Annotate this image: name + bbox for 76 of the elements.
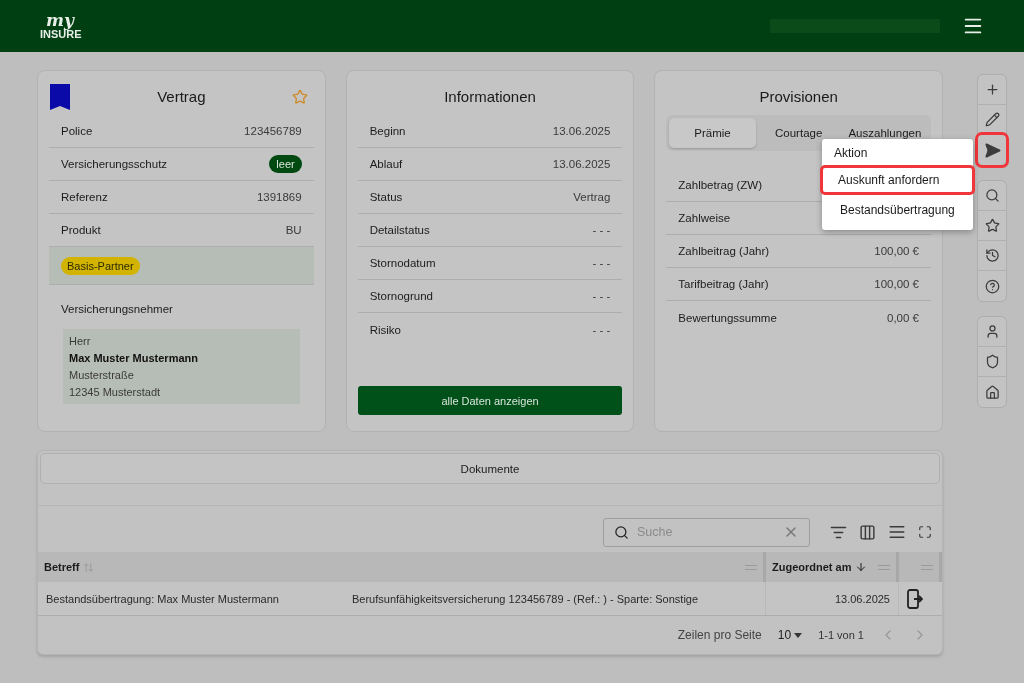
address-line: Herr (69, 335, 92, 347)
card-title: Informationen (443, 87, 537, 107)
field-value: 100,00 € (874, 278, 919, 290)
shield-icon (984, 354, 1000, 369)
columns-icon[interactable] (859, 523, 876, 541)
field-value: Vertrag (573, 191, 611, 203)
field-label: Tarifbeitrag (Jahr) (678, 278, 769, 290)
search-field[interactable]: Suche (603, 517, 810, 547)
add-icon (984, 82, 1000, 97)
address-line: 12345 Musterstadt (69, 386, 162, 398)
field-value: 13.06.2025 (552, 158, 611, 170)
sort-arrow-icon[interactable] (855, 561, 868, 573)
field-value: 123456789 (244, 125, 302, 137)
rows-per-page-select[interactable]: 10 (777, 628, 803, 642)
field-label: Zahlbetrag (ZW) (678, 179, 763, 191)
field-label: Stornogrund (369, 290, 433, 302)
field-value: - - - (592, 257, 611, 269)
card-title: Vertrag (157, 87, 206, 107)
field-label: Police (61, 125, 93, 137)
star-icon[interactable] (291, 89, 308, 105)
field-label: Risiko (369, 323, 401, 336)
caret-icon (794, 632, 803, 638)
send-icon (983, 141, 1001, 159)
field-label: Referenz (61, 191, 108, 203)
field-value: 1391869 (256, 191, 302, 203)
export-icon[interactable] (907, 588, 923, 609)
field-label: Detailstatus (369, 224, 430, 236)
pencil-icon (984, 112, 1000, 127)
history-icon (984, 248, 1000, 263)
field-value: BU (285, 224, 302, 236)
page-range: 1-1 von 1 (818, 629, 864, 641)
field-label: Stornodatum (369, 257, 436, 269)
field-value: - - - (592, 323, 611, 336)
help-icon (984, 278, 1000, 294)
partner-tag: Basis-Partner (61, 256, 140, 275)
tab[interactable]: Courtage (755, 118, 842, 148)
menu-item[interactable]: Bestandsübertragung (822, 195, 973, 225)
address-line: Max Muster Mustermann (69, 352, 199, 364)
card-title: Provisionen (758, 87, 839, 107)
search-icon (984, 188, 1000, 203)
field-value: - - - (592, 224, 611, 236)
fullscreen-icon[interactable] (918, 525, 932, 539)
rows-per-page-label: Zeilen pro Seite (677, 628, 762, 642)
tab[interactable]: Prämie (669, 118, 756, 148)
logo-text: INSURE (40, 29, 82, 40)
search-icon (614, 524, 629, 540)
field-label: Zahlbeitrag (Jahr) (678, 245, 770, 257)
field-value: - - - (592, 290, 611, 302)
table-cell-text: Bestandsübertragung: Max Muster Mustermann (45, 591, 280, 607)
search-input[interactable]: Suche (635, 524, 777, 540)
status-pill: leer (269, 155, 302, 173)
field-label: Beginn (369, 125, 406, 137)
bookmark-icon (49, 83, 71, 111)
person-icon (984, 324, 1000, 339)
density-icon[interactable] (888, 523, 906, 541)
field-value: 100,00 € (874, 245, 919, 257)
logo-text: my (46, 12, 76, 29)
star-icon (984, 218, 1000, 233)
address-line: Musterstraße (69, 369, 135, 381)
field-label: Produkt (61, 224, 101, 236)
section-heading: Versicherungsnehmer (60, 302, 174, 317)
panel-title: Dokumente (40, 453, 940, 484)
field-value: 0,00 € (887, 311, 919, 324)
table-cell: 13.06.2025 (766, 582, 899, 615)
menu-item[interactable]: Auskunft anfordern (820, 165, 975, 195)
home-icon (984, 384, 1000, 400)
field-label: Zahlweise (678, 212, 731, 224)
menu-heading: Aktion (833, 145, 869, 162)
table-cell: Berufsunfähigkeitsversicherung 123456789 - (Ref.: ) - Sparte: Sonstige (344, 582, 766, 615)
field-label: Ablauf (369, 158, 403, 170)
field-label: Bewertungssumme (678, 311, 777, 324)
show-all-button[interactable]: alle Daten anzeigen (357, 386, 623, 415)
field-label: Versicherungsschutz (61, 158, 168, 170)
send-button[interactable] (978, 135, 1006, 165)
field-value: 13.06.2025 (552, 125, 611, 137)
field-label: Status (369, 191, 403, 203)
